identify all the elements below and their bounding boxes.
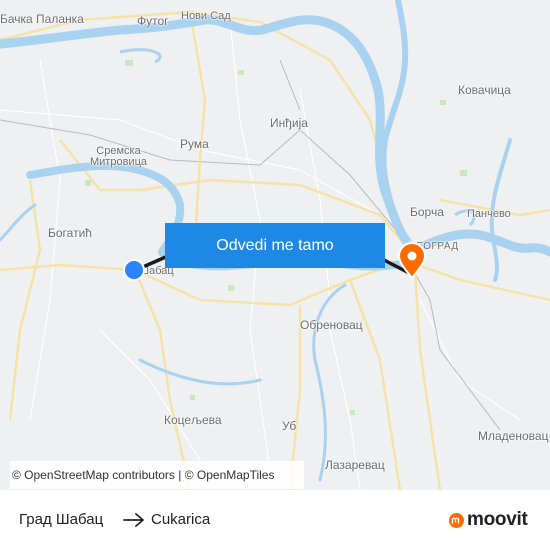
origin-dot-icon[interactable]: [123, 259, 145, 281]
map-attribution: © OpenStreetMap contributors | © OpenMap…: [10, 461, 304, 489]
moovit-logo-icon: [449, 512, 464, 528]
take-me-there-button[interactable]: Odvedi me tamo: [165, 223, 385, 268]
map-view[interactable]: Бачка Паланка Футог Нови Сад Ковачица Ин…: [0, 0, 550, 490]
route-destination-label: Cukarica: [151, 511, 211, 528]
omt-attribution-link[interactable]: © OpenMapTiles: [185, 468, 275, 482]
route-footer: Град Шабац Cukarica moovit: [0, 490, 550, 550]
route-origin-label: Град Шабац: [19, 511, 104, 528]
moovit-wordmark: moovit: [467, 509, 528, 530]
arrow-right-icon: [123, 513, 144, 527]
attribution-separator: |: [174, 468, 185, 482]
map-pin-icon[interactable]: [397, 242, 427, 280]
osm-attribution-link[interactable]: © OpenStreetMap contributors: [12, 468, 175, 482]
moovit-brand[interactable]: moovit: [449, 509, 528, 531]
